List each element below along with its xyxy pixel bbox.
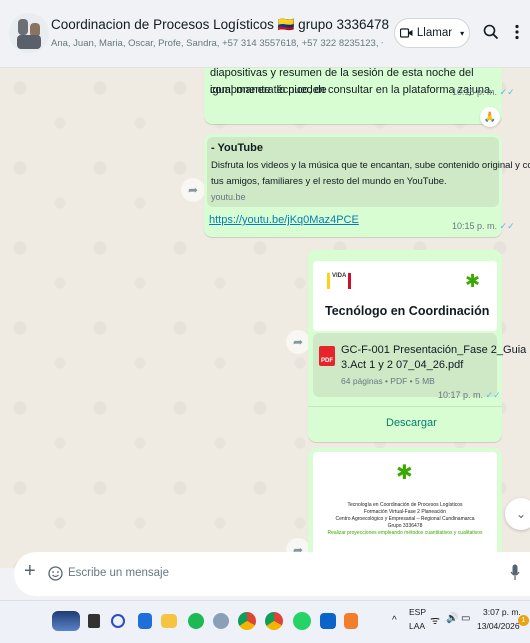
file-name: GC-F-001 Presentación_Fase 2_Guia bbox=[341, 344, 527, 356]
sena-logo: ✱ bbox=[396, 462, 413, 484]
chat-participants[interactable]: Ana, Juan, Maria, Oscar, Profe, Sandra, … bbox=[51, 38, 383, 49]
read-receipt-icon: ✓✓ bbox=[499, 221, 515, 231]
colombia-logo: VIDA bbox=[327, 273, 351, 289]
message-time: 10:15 p. m. ✓✓ bbox=[452, 87, 515, 97]
file-name: 3.Act 1 y 2 07_04_26.pdf bbox=[341, 359, 464, 371]
video-camera-icon bbox=[399, 28, 413, 38]
volume-icon[interactable]: 🔊 bbox=[446, 613, 458, 624]
composer-box: + Escribe un mensaje bbox=[14, 552, 530, 596]
scroll-to-bottom-button[interactable]: ⌄ bbox=[505, 498, 530, 530]
document-thumbnail[interactable]: ✱ Tecnología en Coordinación de Procesos… bbox=[313, 452, 497, 568]
message-text-line: igual manera lo pueden consultar en la p… bbox=[210, 84, 494, 96]
language-indicator-layout[interactable]: LAA bbox=[409, 621, 425, 631]
emoji-icon[interactable] bbox=[48, 566, 63, 581]
document-heading: Tecnólogo en Coordinación bbox=[325, 304, 490, 318]
pdf-icon: PDF bbox=[319, 346, 335, 366]
store-icon[interactable] bbox=[138, 613, 152, 629]
read-receipt-icon: ✓✓ bbox=[485, 390, 501, 400]
reaction-badge[interactable]: 🙏 bbox=[480, 107, 500, 127]
document-file-row[interactable]: PDF GC-F-001 Presentación_Fase 2_Guia 3.… bbox=[313, 333, 526, 397]
snipping-tool-icon[interactable] bbox=[344, 613, 358, 629]
folded-hands-emoji: 🙏 bbox=[483, 111, 497, 123]
link-preview-card[interactable]: - YouTube Disfruta los videos y la músic… bbox=[207, 137, 530, 207]
chrome-profile-icon[interactable] bbox=[265, 612, 283, 630]
message-bubble[interactable]: VIDA ✱ Tecnólogo en Coordinación PDF GC-… bbox=[308, 250, 526, 442]
attach-plus-icon[interactable]: + bbox=[24, 560, 36, 583]
outlook-icon[interactable] bbox=[320, 613, 336, 629]
document-line: Realizar proyecciones empleando métodos … bbox=[327, 530, 483, 536]
more-vertical-icon[interactable] bbox=[514, 24, 520, 40]
search-taskbar-icon[interactable] bbox=[111, 614, 125, 628]
read-receipt-icon: ✓✓ bbox=[499, 87, 515, 97]
link-preview-domain: youtu.be bbox=[211, 192, 246, 202]
clock-time[interactable]: 3:07 p. m. bbox=[483, 607, 521, 617]
settings-icon[interactable] bbox=[213, 613, 229, 629]
link-preview-title: - YouTube bbox=[211, 142, 263, 154]
message-bubble[interactable]: - YouTube Disfruta los videos y la músic… bbox=[204, 134, 530, 237]
document-line: Grupo 3336478 bbox=[387, 523, 423, 529]
file-explorer-icon[interactable] bbox=[161, 614, 177, 628]
chevron-up-icon[interactable]: ^ bbox=[392, 615, 397, 626]
document-line: Centro Agroecológico y Empresarial – Reg… bbox=[335, 516, 475, 522]
chevron-down-icon: ⌄ bbox=[515, 507, 527, 521]
message-time: 10:17 p. m. ✓✓ bbox=[438, 390, 501, 400]
notification-badge[interactable]: 1 bbox=[518, 615, 529, 626]
call-button-label: Llamar bbox=[416, 27, 453, 39]
chevron-down-icon: ▾ bbox=[460, 28, 465, 38]
document-thumbnail[interactable]: VIDA ✱ Tecnólogo en Coordinación bbox=[313, 261, 497, 331]
wifi-icon[interactable]: ᯤ bbox=[430, 613, 440, 628]
document-line: Formación Virtual-Fase 2 Planeación bbox=[363, 509, 447, 515]
call-button[interactable]: Llamar ▾ bbox=[394, 18, 470, 48]
message-bubble[interactable]: diapositivas y resumen de la sesión de e… bbox=[204, 68, 515, 124]
document-line: Tecnología en Coordinación de Procesos L… bbox=[347, 502, 463, 508]
chat-header: Coordinacion de Procesos Logísticos 🇨🇴 g… bbox=[0, 0, 530, 68]
message-composer: + Escribe un mensaje bbox=[0, 552, 530, 600]
sena-logo: ✱ bbox=[465, 271, 481, 291]
group-avatar[interactable] bbox=[9, 13, 49, 53]
forward-icon[interactable]: ➦ bbox=[181, 178, 205, 202]
message-time: 10:15 p. m. ✓✓ bbox=[452, 221, 515, 231]
file-meta: 64 páginas • PDF • 5 MB bbox=[341, 376, 435, 386]
search-icon[interactable] bbox=[483, 24, 499, 40]
battery-icon[interactable]: ▭ bbox=[461, 613, 470, 624]
microphone-icon[interactable] bbox=[510, 564, 520, 581]
chat-title[interactable]: Coordinacion de Procesos Logísticos 🇨🇴 g… bbox=[51, 17, 389, 33]
link-preview-description: tus amigos, familiares y el resto del mu… bbox=[211, 176, 447, 187]
windows-taskbar: ^ ESP LAA ᯤ 🔊 ▭ 3:07 p. m. 13/04/2026 1 bbox=[0, 600, 530, 643]
message-list[interactable]: diapositivas y resumen de la sesión de e… bbox=[0, 68, 530, 568]
weather-widget-icon[interactable] bbox=[52, 611, 80, 631]
forward-icon[interactable]: ➦ bbox=[286, 330, 310, 354]
whatsapp-icon[interactable] bbox=[293, 612, 311, 630]
message-link[interactable]: https://youtu.be/jKq0Maz4PCE bbox=[209, 214, 359, 226]
link-preview-description: Disfruta los videos y la música que te e… bbox=[211, 160, 530, 171]
message-input[interactable]: Escribe un mensaje bbox=[68, 567, 169, 579]
task-view-icon[interactable] bbox=[88, 614, 100, 628]
spotify-icon[interactable] bbox=[188, 613, 204, 629]
clock-date[interactable]: 13/04/2026 bbox=[477, 621, 520, 631]
language-indicator[interactable]: ESP bbox=[409, 607, 426, 617]
download-button[interactable]: Descargar bbox=[386, 417, 437, 429]
message-bubble[interactable]: ✱ Tecnología en Coordinación de Procesos… bbox=[308, 448, 502, 568]
chrome-icon[interactable] bbox=[238, 612, 256, 630]
